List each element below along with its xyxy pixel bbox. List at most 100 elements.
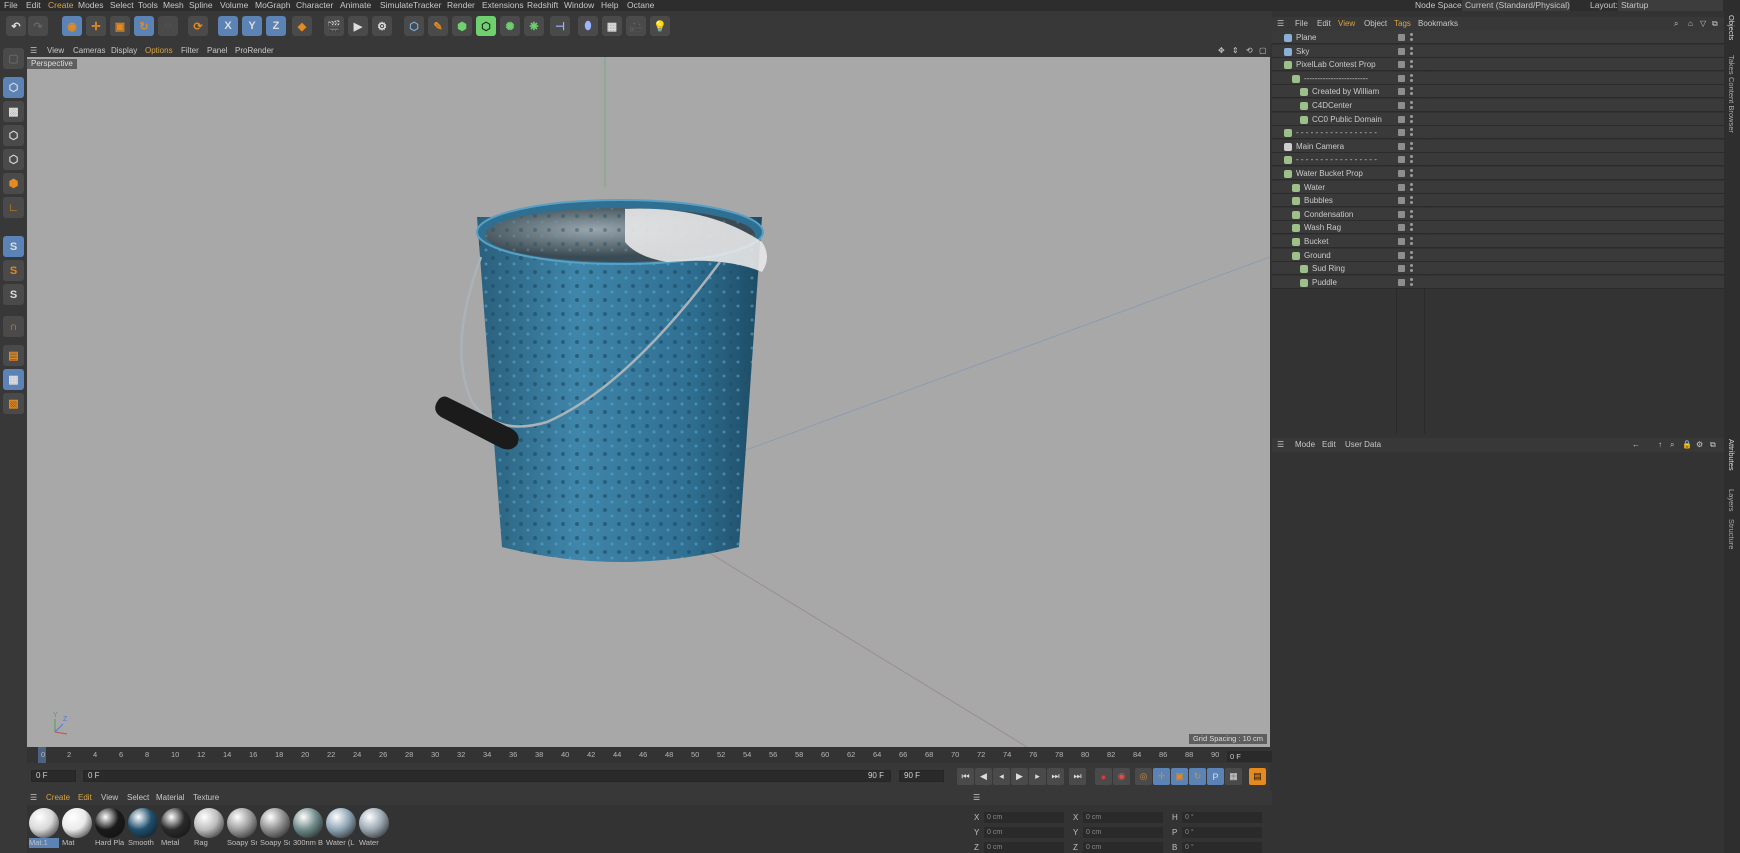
editor-visibility-dot[interactable] bbox=[1410, 264, 1413, 268]
object-enable-checkbox[interactable] bbox=[1398, 47, 1405, 55]
menu-select[interactable]: Select bbox=[110, 0, 134, 11]
play-icon[interactable]: ▶ bbox=[1011, 768, 1028, 785]
object-name[interactable]: Main Camera bbox=[1296, 141, 1344, 152]
object-name[interactable]: C4DCenter bbox=[1312, 100, 1352, 111]
editor-visibility-dot[interactable] bbox=[1410, 155, 1413, 159]
make-editable-icon[interactable]: ▢ bbox=[3, 48, 24, 69]
viewport-menu-options[interactable]: Options bbox=[145, 45, 173, 56]
autokey-icon[interactable]: ◉ bbox=[1113, 768, 1130, 785]
object-name[interactable]: - - - - - - - - - - - - - - - - - bbox=[1296, 127, 1377, 138]
object-row[interactable]: Puddle bbox=[1272, 275, 1724, 289]
attribute-menu-edit[interactable]: Edit bbox=[1322, 439, 1336, 450]
render-visibility-dot[interactable] bbox=[1410, 187, 1413, 191]
menu-redshift[interactable]: Redshift bbox=[527, 0, 558, 11]
render-visibility-dot[interactable] bbox=[1410, 119, 1413, 123]
object-search-icon[interactable]: ⌕ bbox=[1674, 18, 1678, 29]
render-visibility-dot[interactable] bbox=[1410, 174, 1413, 177]
object-row[interactable]: Water bbox=[1272, 180, 1724, 194]
viewport-menu-view[interactable]: View bbox=[47, 45, 64, 56]
water-bucket-model[interactable] bbox=[435, 199, 767, 562]
object-filter-icon[interactable]: ▽ bbox=[1700, 18, 1706, 29]
node-space-dropdown[interactable]: Current (Standard/Physical) bbox=[1462, 0, 1570, 11]
floor-icon[interactable]: ▦ bbox=[602, 16, 622, 36]
menu-edit[interactable]: Edit bbox=[26, 0, 41, 11]
menu-modes[interactable]: Modes bbox=[78, 0, 104, 11]
object-row[interactable]: Main Camera bbox=[1272, 139, 1724, 153]
rot-b-field[interactable]: 0 ° bbox=[1182, 842, 1262, 853]
live-selection-icon[interactable]: ◉ bbox=[62, 16, 82, 36]
viewport-menu-prorender[interactable]: ProRender bbox=[235, 45, 274, 56]
object-row[interactable]: Bucket bbox=[1272, 235, 1724, 248]
object-name[interactable]: Created by William bbox=[1312, 86, 1379, 97]
polygons-mode-icon[interactable]: ⬢ bbox=[3, 173, 24, 194]
editor-visibility-dot[interactable] bbox=[1410, 46, 1413, 50]
rot-p-field[interactable]: 0 ° bbox=[1182, 827, 1262, 838]
object-menu-bookmarks[interactable]: Bookmarks bbox=[1418, 18, 1458, 29]
editor-visibility-dot[interactable] bbox=[1410, 169, 1413, 172]
render-visibility-dot[interactable] bbox=[1410, 269, 1413, 273]
recent-tools-icon[interactable]: ◌ bbox=[158, 16, 178, 36]
editor-visibility-dot[interactable] bbox=[1410, 141, 1413, 145]
material-swatch[interactable]: Soapy Sr bbox=[227, 808, 257, 851]
object-enable-checkbox[interactable] bbox=[1398, 61, 1405, 69]
object-menu-tags[interactable]: Tags bbox=[1394, 18, 1411, 29]
object-enable-checkbox[interactable] bbox=[1398, 129, 1405, 137]
object-menu-file[interactable]: File bbox=[1295, 18, 1308, 29]
render-visibility-dot[interactable] bbox=[1410, 214, 1413, 218]
object-menu-icon[interactable]: ☰ bbox=[1277, 18, 1284, 29]
object-row[interactable]: CC0 Public Domain bbox=[1272, 112, 1724, 126]
record-active-icon[interactable]: ● bbox=[1095, 768, 1112, 785]
soft-selection[interactable]: S bbox=[3, 284, 24, 305]
render-settings-icon[interactable]: ⚙ bbox=[372, 16, 392, 36]
record-position-icon[interactable]: ✛ bbox=[1153, 768, 1170, 785]
previous-frame-icon[interactable]: ◂ bbox=[993, 768, 1010, 785]
go-to-start-icon[interactable]: ⏮ bbox=[957, 768, 974, 785]
object-row[interactable]: - - - - - - - - - - - - - - - - - bbox=[1272, 153, 1724, 167]
object-row[interactable]: ------------------------ bbox=[1272, 71, 1724, 85]
end-frame-field[interactable]: 90 F bbox=[899, 770, 944, 782]
menu-volume[interactable]: Volume bbox=[220, 0, 248, 11]
object-enable-checkbox[interactable] bbox=[1398, 278, 1405, 286]
object-menu-edit[interactable]: Edit bbox=[1317, 18, 1331, 29]
object-name[interactable]: Water bbox=[1304, 182, 1325, 193]
object-enable-checkbox[interactable] bbox=[1398, 238, 1405, 245]
editor-visibility-dot[interactable] bbox=[1410, 73, 1413, 77]
size-z-field[interactable]: 0 cm bbox=[1083, 842, 1163, 853]
menu-simulate[interactable]: Simulate bbox=[380, 0, 413, 11]
world-coordinates-icon[interactable]: ◆ bbox=[292, 16, 312, 36]
render-visibility-dot[interactable] bbox=[1410, 133, 1413, 137]
viewport-maximize-icon[interactable]: ▢ bbox=[1259, 45, 1267, 56]
attribute-settings-icon[interactable]: ⚙ bbox=[1696, 439, 1703, 450]
timeline-settings-icon[interactable]: ▤ bbox=[1249, 768, 1266, 785]
redo-icon[interactable]: ↷ bbox=[28, 16, 48, 36]
object-row[interactable]: Plane bbox=[1272, 31, 1724, 44]
pos-y-field[interactable]: 0 cm bbox=[984, 827, 1064, 838]
editor-visibility-dot[interactable] bbox=[1410, 182, 1413, 186]
object-name[interactable]: Plane bbox=[1296, 32, 1316, 43]
menu-tools[interactable]: Tools bbox=[138, 0, 158, 11]
go-to-end-icon[interactable]: ⏭ bbox=[1069, 768, 1086, 785]
coordinate-system-icon[interactable]: ⟳ bbox=[188, 16, 208, 36]
dock-tab-objects[interactable]: Objects bbox=[1727, 15, 1736, 40]
record-pla-icon[interactable]: ▦ bbox=[1225, 768, 1242, 785]
object-enable-checkbox[interactable] bbox=[1398, 265, 1405, 273]
object-name[interactable]: - - - - - - - - - - - - - - - - - bbox=[1296, 154, 1377, 165]
object-enable-checkbox[interactable] bbox=[1398, 115, 1405, 123]
step-back-icon[interactable]: ◀ bbox=[975, 768, 992, 785]
render-visibility-dot[interactable] bbox=[1410, 106, 1413, 109]
menu-file[interactable]: File bbox=[4, 0, 18, 11]
object-enable-checkbox[interactable] bbox=[1398, 224, 1405, 232]
object-name[interactable]: Wash Rag bbox=[1304, 222, 1341, 233]
start-frame-field[interactable]: 0 F bbox=[31, 770, 76, 782]
material-menu-view[interactable]: View bbox=[101, 792, 118, 803]
material-swatch[interactable]: Mat.1 bbox=[29, 808, 59, 851]
object-enable-checkbox[interactable] bbox=[1398, 183, 1405, 191]
render-visibility-dot[interactable] bbox=[1410, 51, 1413, 55]
camera-label[interactable]: Perspective bbox=[27, 59, 77, 69]
object-enable-checkbox[interactable] bbox=[1398, 170, 1405, 177]
menu-spline[interactable]: Spline bbox=[189, 0, 213, 11]
locked-workplane-icon[interactable]: ▦ bbox=[3, 369, 24, 390]
menu-animate[interactable]: Animate bbox=[340, 0, 371, 11]
step-forward-icon[interactable]: ⏭ bbox=[1047, 768, 1064, 785]
material-swatch[interactable]: Soapy Sc bbox=[260, 808, 290, 851]
